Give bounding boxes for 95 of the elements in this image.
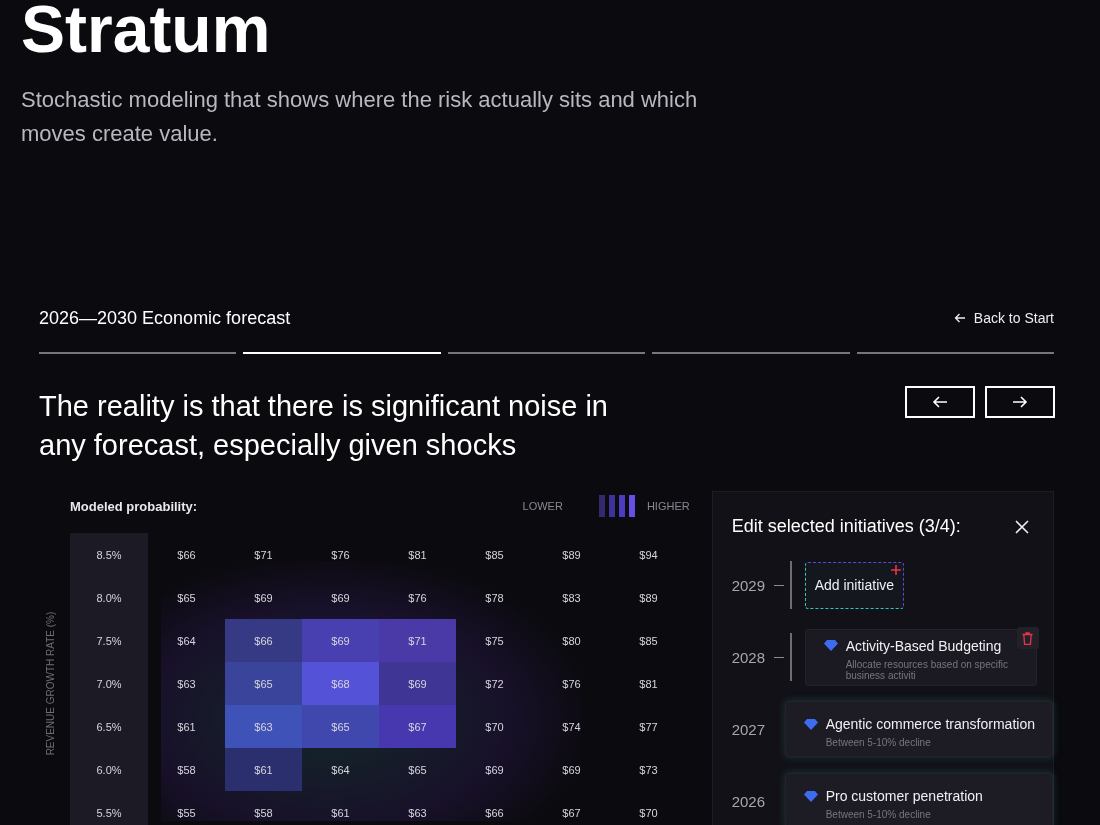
heatmap-cell-text: $58 — [253, 805, 274, 821]
heatmap-cell-text: $73 — [638, 762, 659, 778]
heatmap-cell-text: $66 — [484, 805, 505, 821]
heatmap-cell-text: $94 — [638, 547, 659, 563]
growth-rate-label: 6.0% — [96, 763, 122, 776]
heatmap-cell: $65 — [225, 662, 302, 706]
heatmap-cell-text: $64 — [330, 762, 351, 778]
initiative-description: Between 5-10% decline — [825, 809, 932, 821]
heatmap-cell-text: $74 — [561, 719, 582, 735]
plus-icon — [891, 564, 902, 575]
progress-step[interactable] — [243, 352, 441, 355]
growth-rate-label: 5.5% — [96, 806, 122, 819]
growth-rate-label: 8.0% — [96, 591, 122, 604]
chart-title: Modeled probability: — [70, 498, 198, 514]
heatmap-cell-text: $65 — [176, 590, 197, 606]
arrow-left-icon — [932, 395, 948, 410]
heatmap-cell-text: $81 — [407, 547, 428, 563]
heatmap-cell-text: $66 — [176, 547, 197, 563]
heatmap-cell-text: $78 — [484, 590, 505, 606]
year-label: 2027 — [731, 720, 767, 738]
heatmap-cell-text: $89 — [638, 590, 659, 606]
arrow-left-icon — [953, 312, 966, 325]
heatmap-cell-text: $71 — [253, 547, 274, 563]
heatmap-cell-text: $61 — [176, 719, 197, 735]
next-button[interactable] — [985, 386, 1055, 419]
year-label: 2029 — [731, 576, 767, 594]
axis-label: REVENUE GROWTH RATE (%) — [45, 611, 56, 756]
year-label: 2026 — [731, 792, 767, 810]
growth-rate-label: 7.5% — [96, 634, 122, 647]
heatmap-cell-text: $70 — [484, 719, 505, 735]
heatmap-cell: $71 — [379, 619, 456, 663]
heatmap-cell-text: $69 — [253, 590, 274, 606]
add-initiative-button[interactable]: Add initiative — [804, 561, 905, 609]
growth-rate-label: 8.5% — [96, 548, 122, 561]
page-title: Stratum — [21, 0, 272, 68]
heatmap-cell-text: $81 — [638, 676, 659, 692]
close-button[interactable] — [1013, 517, 1031, 536]
initiative-description: Between 5-10% decline — [825, 737, 932, 749]
heatmap-cell-text: $69 — [561, 762, 582, 778]
initiative-title: Pro customer penetration — [825, 788, 983, 805]
back-link[interactable]: Back to Start — [953, 310, 1054, 327]
panel-title: Edit selected initiatives (3/4): — [731, 516, 961, 538]
heatmap-cell-text: $63 — [407, 805, 428, 821]
diamond-icon — [803, 790, 818, 802]
growth-rate-label: 7.0% — [96, 677, 122, 690]
heatmap-cell: $61 — [225, 748, 302, 792]
growth-rate-label: 6.5% — [96, 720, 122, 733]
initiative-card[interactable]: Activity-Based Budgeting Allocate resources based on specific business activiti — [804, 628, 1037, 686]
heatmap-cell-text: $69 — [330, 590, 351, 606]
previous-button[interactable] — [905, 386, 975, 419]
heatmap-cell-text: $76 — [330, 547, 351, 563]
heatmap-cell: $68 — [302, 662, 379, 706]
close-icon — [1015, 519, 1029, 534]
legend-scale-icon — [598, 495, 637, 518]
heatmap-cell-text: $76 — [561, 676, 582, 692]
legend-label: LOWER — [522, 500, 563, 513]
heatmap-cell: $69 — [302, 619, 379, 663]
heatmap-cell: $69 — [379, 662, 456, 706]
heatmap-cell-text: $83 — [561, 590, 582, 606]
delete-button[interactable] — [1016, 627, 1039, 650]
heatmap-cell-text: $63 — [176, 676, 197, 692]
arrow-right-icon — [1012, 395, 1028, 410]
trash-icon — [1022, 631, 1034, 645]
legend-label: HIGHER — [646, 500, 690, 513]
diamond-icon — [823, 640, 838, 652]
heatmap-cell-text: $80 — [561, 633, 582, 649]
initiative-description: Allocate resources based on specific business activiti — [845, 658, 1009, 681]
heatmap-cell-text: $77 — [638, 719, 659, 735]
heatmap-cell-text: $64 — [176, 633, 197, 649]
heatmap-cell-text: $61 — [330, 805, 351, 821]
heatmap-cell-text: $70 — [638, 805, 659, 821]
heatmap-cell-text: $55 — [176, 805, 197, 821]
initiative-title: Agentic commerce transformation — [825, 716, 1035, 733]
heatmap-cell-text: $65 — [407, 762, 428, 778]
heatmap-cell-text: $72 — [484, 676, 505, 692]
initiative-card[interactable]: Pro customer penetration Between 5-10% decline — [784, 773, 1053, 825]
section-title: 2026—2030 Economic forecast — [39, 307, 291, 329]
slide-heading: The reality is that there is significant noise in any forecast, especially given shocks — [39, 389, 609, 464]
heatmap-cell-text: $85 — [638, 633, 659, 649]
heatmap-cell: $66 — [225, 619, 302, 663]
heatmap-cell: $67 — [379, 705, 456, 749]
subtitle: Stochastic modeling that shows where the risk actually sits and which moves create value. — [21, 86, 699, 149]
heatmap-cell-text: $76 — [407, 590, 428, 606]
heatmap-cell-text: $89 — [561, 547, 582, 563]
initiative-card[interactable]: Agentic commerce transformation Between 5-10% decline — [784, 701, 1053, 758]
heatmap-cell-text: $75 — [484, 633, 505, 649]
heatmap-cell: $65 — [302, 705, 379, 749]
heatmap-cell-text: $58 — [176, 762, 197, 778]
heatmap-cell-text: $85 — [484, 547, 505, 563]
year-label: 2028 — [731, 648, 767, 666]
diamond-icon — [803, 718, 818, 730]
heatmap-cell-text: $69 — [484, 762, 505, 778]
heatmap-cell-text: $67 — [561, 805, 582, 821]
initiative-title: Activity-Based Budgeting — [845, 637, 1002, 654]
heatmap-cell: $63 — [225, 705, 302, 749]
